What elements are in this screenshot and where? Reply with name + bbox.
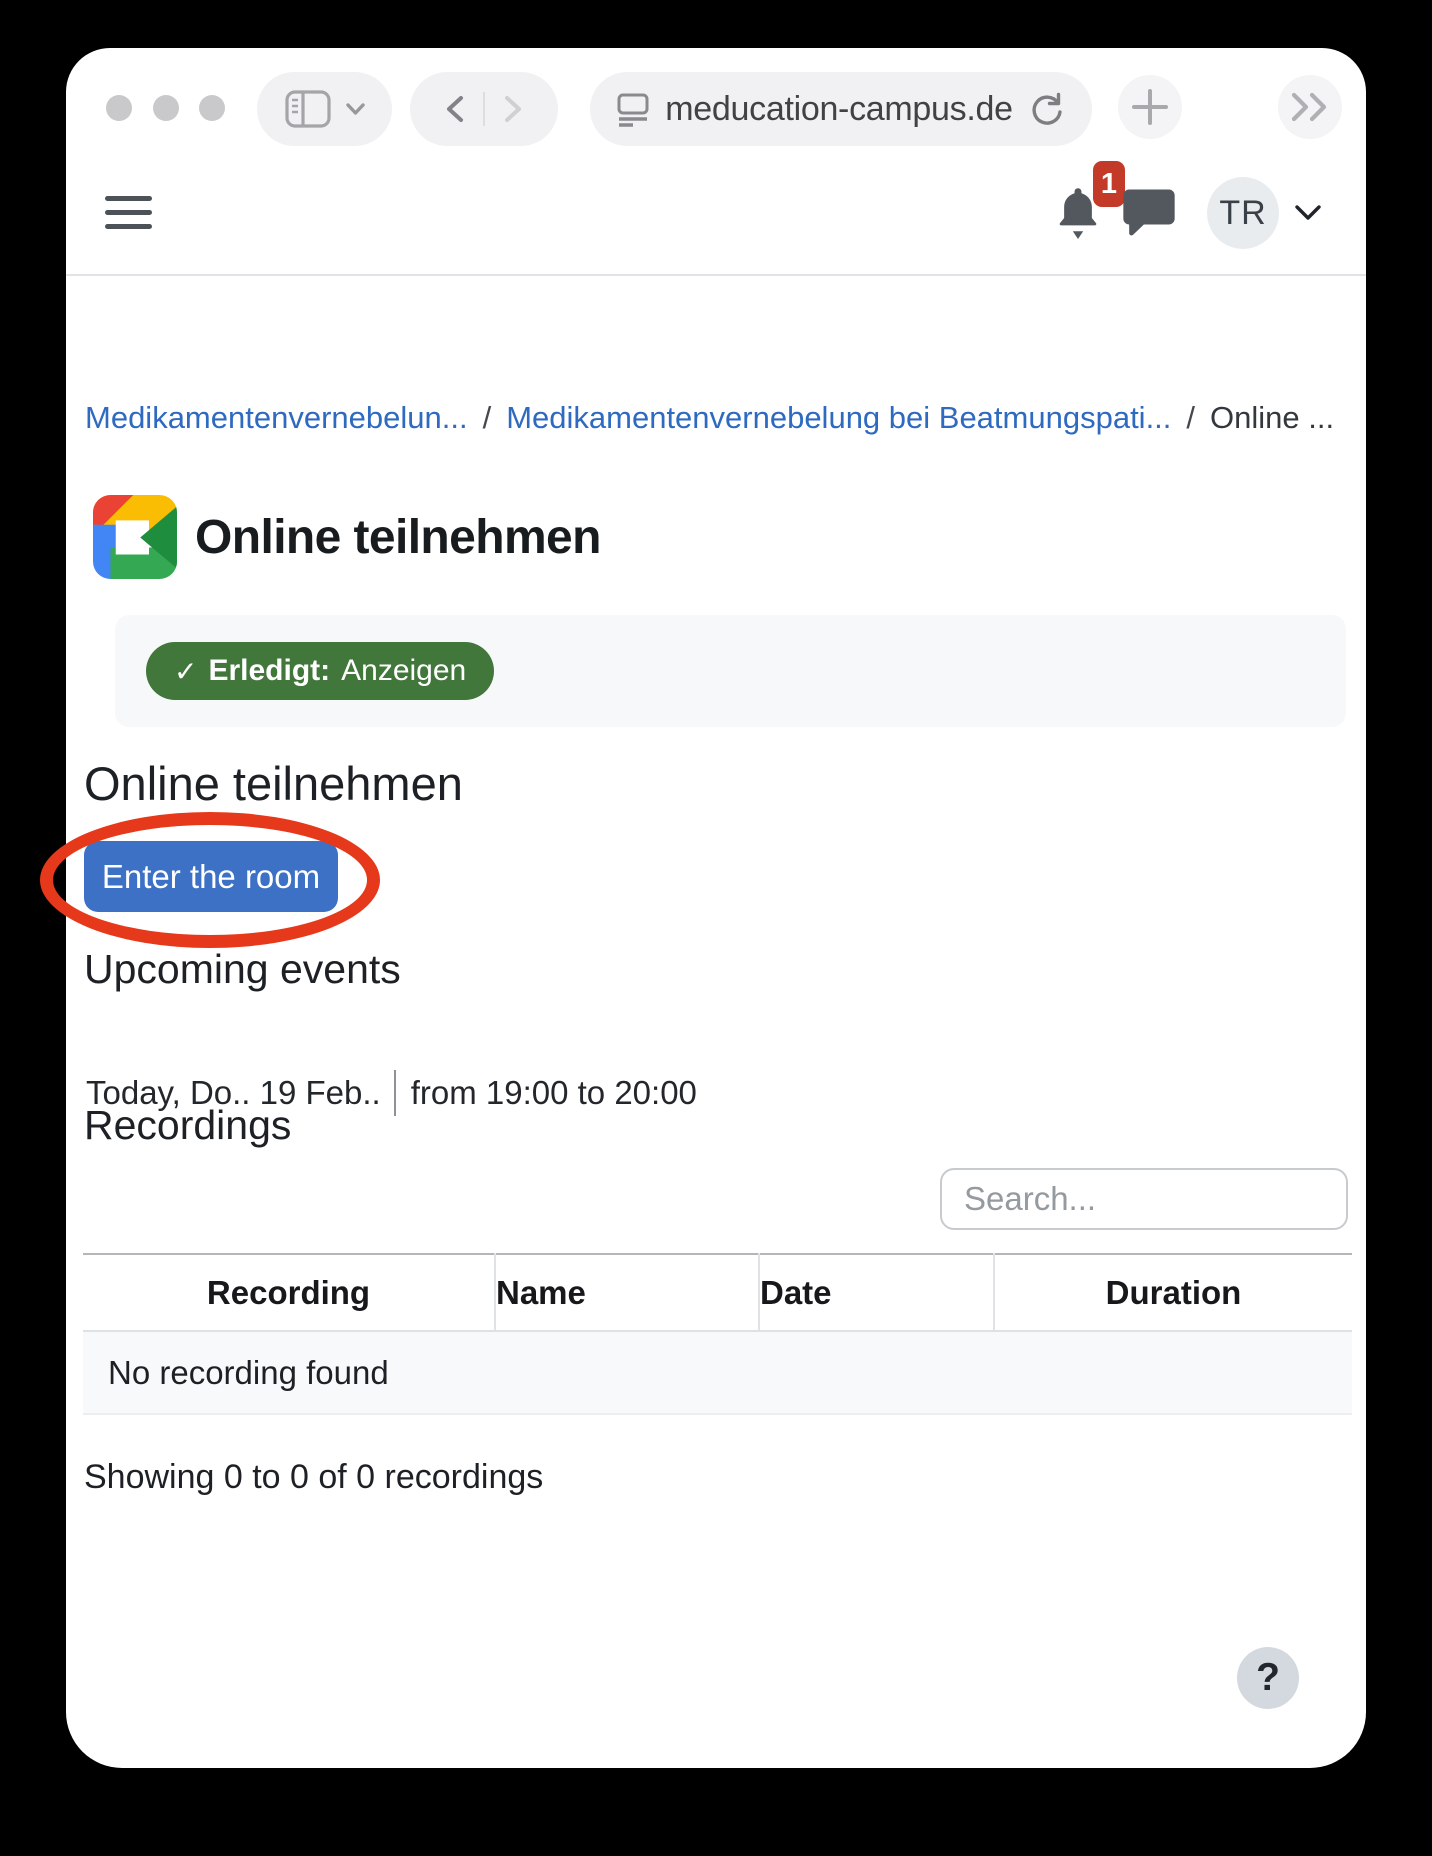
back-button[interactable] — [427, 72, 483, 146]
sidebar-icon — [285, 90, 331, 128]
hamburger-menu-button[interactable] — [105, 194, 152, 232]
table-header-row: Recording Name Date Duration — [83, 1254, 1352, 1331]
column-header-name: Name — [495, 1254, 759, 1331]
header-divider — [66, 274, 1366, 276]
chevron-right-icon — [503, 95, 523, 123]
completion-value: Anzeigen — [341, 654, 466, 688]
table-summary: Showing 0 to 0 of 0 recordings — [84, 1458, 543, 1497]
browser-window: meducation-campus.de — [66, 48, 1366, 1768]
recordings-table: Recording Name Date Duration No recordin… — [83, 1253, 1352, 1415]
url-text: meducation-campus.de — [665, 90, 1012, 129]
traffic-light-minimize-button[interactable] — [153, 95, 179, 121]
check-icon: ✓ — [174, 655, 197, 688]
event-divider — [394, 1070, 396, 1116]
url-field[interactable]: meducation-campus.de — [590, 72, 1092, 146]
breadcrumb-separator: / — [1186, 400, 1195, 436]
chat-icon — [1121, 187, 1177, 241]
events-section-heading: Upcoming events — [84, 946, 401, 993]
chevrons-right-icon — [1288, 91, 1332, 123]
forward-button[interactable] — [485, 72, 541, 146]
tab-overview-button[interactable] — [1278, 75, 1342, 139]
breadcrumb-current: Online ... — [1210, 400, 1334, 436]
plus-icon — [1130, 87, 1170, 127]
help-button[interactable]: ? — [1237, 1647, 1299, 1709]
search-input[interactable] — [940, 1168, 1348, 1230]
new-tab-button[interactable] — [1118, 75, 1182, 139]
avatar-initials: TR — [1219, 194, 1266, 233]
breadcrumb-link-course[interactable]: Medikamentenvernebelun... — [85, 400, 468, 436]
google-meet-icon — [93, 495, 177, 579]
messages-button[interactable] — [1121, 187, 1177, 241]
column-header-date: Date — [759, 1254, 994, 1331]
event-time: from 19:00 to 20:00 — [411, 1074, 697, 1112]
chevron-left-icon — [445, 95, 465, 123]
chevron-down-icon — [346, 103, 365, 116]
table-row: No recording found — [83, 1331, 1352, 1414]
room-section-heading: Online teilnehmen — [84, 756, 463, 811]
enter-room-button[interactable]: Enter the room — [84, 841, 338, 912]
recordings-section-heading: Recordings — [84, 1102, 291, 1149]
history-navigation — [410, 72, 558, 146]
traffic-light-close-button[interactable] — [106, 95, 132, 121]
breadcrumb-link-section[interactable]: Medikamentenvernebelung bei Beatmungspat… — [506, 400, 1171, 436]
empty-message: No recording found — [83, 1331, 1352, 1414]
traffic-light-zoom-button[interactable] — [199, 95, 225, 121]
user-menu-button[interactable] — [1294, 204, 1322, 221]
sidebar-toggle-button[interactable] — [257, 72, 392, 146]
reader-icon — [616, 91, 650, 127]
avatar[interactable]: TR — [1207, 177, 1279, 249]
reload-button[interactable] — [1028, 90, 1066, 128]
activity-header: Online teilnehmen — [93, 495, 601, 579]
breadcrumb: Medikamentenvernebelun... / Medikamenten… — [85, 400, 1334, 436]
breadcrumb-separator: / — [483, 400, 492, 436]
chevron-down-icon — [1294, 204, 1322, 221]
completion-label: Erledigt: — [208, 654, 330, 688]
completion-panel: ✓ Erledigt: Anzeigen — [115, 615, 1346, 727]
page-title: Online teilnehmen — [195, 510, 601, 565]
column-header-recording: Recording — [83, 1254, 495, 1331]
column-header-duration: Duration — [994, 1254, 1352, 1331]
completion-badge[interactable]: ✓ Erledigt: Anzeigen — [146, 642, 494, 700]
